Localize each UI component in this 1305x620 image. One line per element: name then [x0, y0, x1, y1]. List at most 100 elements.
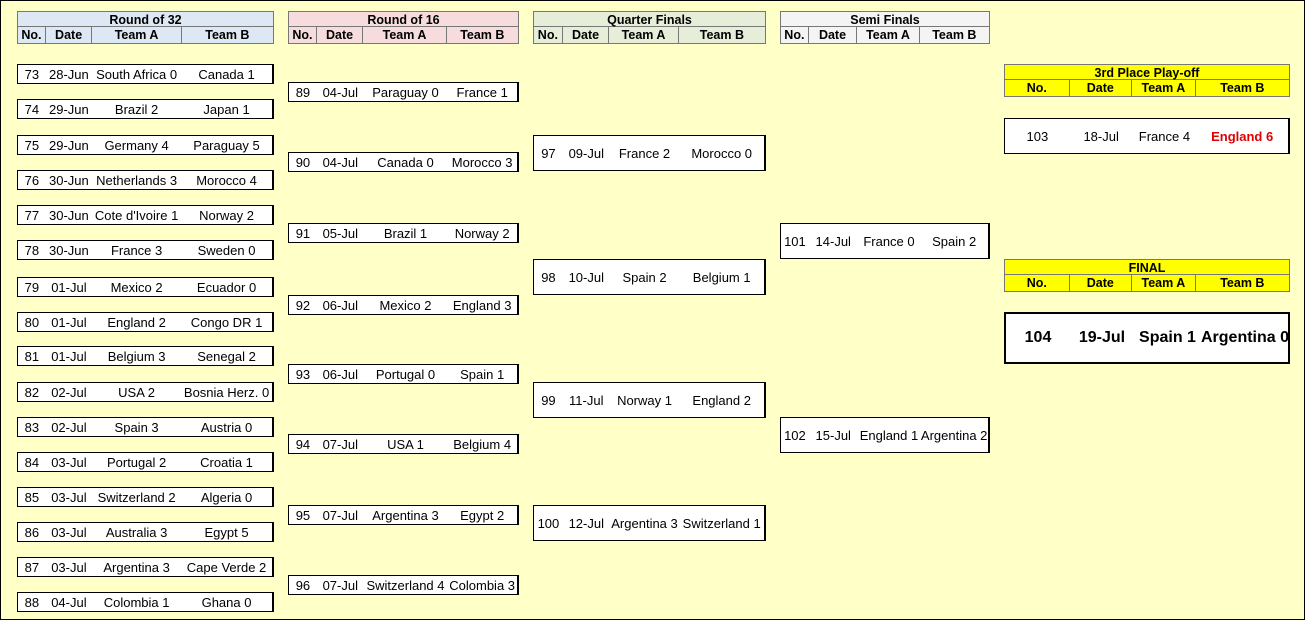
r16-title: Round of 16 — [288, 11, 519, 27]
match-date: 03-Jul — [51, 489, 87, 505]
match-date: 07-Jul — [322, 436, 358, 452]
match-no: 76 — [24, 172, 40, 188]
match-date: 04-Jul — [322, 84, 358, 100]
match-no: 84 — [24, 454, 40, 470]
match-80: 80 01-Jul England 2 Congo DR 1 — [17, 312, 274, 332]
match-date: 11-Jul — [569, 392, 604, 408]
team-a: South Africa 0 — [96, 66, 178, 82]
final-column-headers: No. Date Team A Team B — [1004, 275, 1290, 292]
team-a: France 2 — [618, 145, 671, 161]
team-b-winner: England 6 — [1211, 128, 1274, 144]
match-date: 29-Jun — [49, 101, 89, 117]
team-b: Spain 1 — [460, 366, 505, 382]
match-date: 06-Jul — [322, 297, 358, 313]
match-no: 92 — [295, 297, 311, 313]
third-place-title: 3rd Place Play-off — [1004, 64, 1290, 80]
team-a: Argentina 3 — [611, 515, 678, 531]
team-a: Argentina 3 — [372, 507, 439, 523]
match-87: 87 03-Jul Argentina 3 Cape Verde 2 — [17, 557, 274, 577]
match-74: 74 29-Jun Brazil 2 Japan 1 — [17, 99, 274, 119]
match-76: 76 30-Jun Netherlands 3 Morocco 4 — [17, 170, 274, 190]
match-no: 77 — [24, 207, 40, 223]
match-86: 86 03-Jul Australia 3 Egypt 5 — [17, 522, 274, 542]
match-no: 75 — [24, 137, 40, 153]
col-no: No. — [781, 27, 809, 43]
match-no: 90 — [295, 154, 311, 170]
team-a: France 0 — [863, 233, 915, 249]
match-date: 15-Jul — [815, 427, 851, 443]
match-95: 95 07-Jul Argentina 3 Egypt 2 — [288, 505, 519, 525]
team-a: Australia 3 — [105, 524, 168, 540]
team-b: Egypt 2 — [460, 507, 505, 523]
team-b: Canada 1 — [198, 66, 255, 82]
team-b: Colombia 3 — [449, 577, 516, 593]
team-b: Cape Verde 2 — [186, 559, 267, 575]
team-b: Egypt 5 — [204, 524, 249, 540]
match-78: 78 30-Jun France 3 Sweden 0 — [17, 240, 274, 260]
team-b: Bosnia Herz. 0 — [183, 384, 270, 400]
match-date: 01-Jul — [51, 279, 87, 295]
col-team-a: Team A — [1132, 80, 1196, 96]
team-a: Norway 1 — [617, 392, 672, 408]
r16-column-headers: No. Date Team A Team B — [288, 27, 519, 44]
match-97: 97 09-Jul France 2 Morocco 0 — [533, 135, 766, 171]
match-date: 02-Jul — [51, 384, 87, 400]
col-team-a: Team A — [1132, 275, 1196, 291]
match-no: 83 — [24, 419, 40, 435]
match-85: 85 03-Jul Switzerland 2 Algeria 0 — [17, 487, 274, 507]
sf-column-headers: No. Date Team A Team B — [780, 27, 990, 44]
match-73: 73 28-Jun South Africa 0 Canada 1 — [17, 64, 274, 84]
match-no: 101 — [784, 233, 806, 249]
match-82: 82 02-Jul USA 2 Bosnia Herz. 0 — [17, 382, 274, 402]
team-a: Portugal 2 — [106, 454, 167, 470]
qf-column-headers: No. Date Team A Team B — [533, 27, 766, 44]
match-no: 80 — [24, 314, 40, 330]
match-date: 14-Jul — [815, 233, 851, 249]
col-no: No. — [1005, 275, 1070, 291]
team-a: Paraguay 0 — [372, 84, 439, 100]
col-team-b: Team B — [1220, 81, 1265, 95]
team-b: England 2 — [692, 392, 751, 408]
match-date: 09-Jul — [568, 145, 604, 161]
team-a: France 4 — [1138, 128, 1191, 144]
team-a: Portugal 0 — [375, 366, 436, 382]
match-date: 29-Jun — [49, 137, 89, 153]
match-no: 102 — [784, 427, 806, 443]
match-date: 05-Jul — [322, 225, 358, 241]
team-a: Belgium 3 — [107, 348, 166, 364]
team-a: France 3 — [110, 242, 163, 258]
match-no: 82 — [24, 384, 40, 400]
team-a: Argentina 3 — [103, 559, 170, 575]
match-date: 18-Jul — [1083, 128, 1119, 144]
col-no: No. — [18, 27, 46, 43]
team-a: Spain 1 — [1139, 329, 1196, 346]
match-no: 103 — [1026, 128, 1049, 144]
team-b: Morocco 4 — [196, 172, 257, 188]
match-date: 04-Jul — [51, 594, 87, 610]
col-no: No. — [1005, 80, 1070, 96]
team-a: Spain 2 — [622, 269, 667, 285]
bracket-sheet: Round of 32 No. Date Team A Team B Round… — [0, 0, 1305, 620]
match-date: 02-Jul — [51, 419, 87, 435]
match-94: 94 07-Jul USA 1 Belgium 4 — [288, 434, 519, 454]
match-93: 93 06-Jul Portugal 0 Spain 1 — [288, 364, 519, 384]
match-date: 07-Jul — [322, 577, 358, 593]
team-b: Ghana 0 — [201, 594, 252, 610]
match-date: 06-Jul — [322, 366, 358, 382]
match-no: 87 — [24, 559, 40, 575]
team-b: Japan 1 — [203, 101, 250, 117]
match-90: 90 04-Jul Canada 0 Morocco 3 — [288, 152, 519, 172]
match-date: 30-Jun — [49, 172, 89, 188]
col-no: No. — [289, 27, 317, 43]
team-b: Morocco 0 — [691, 145, 753, 161]
team-b: Belgium 1 — [692, 269, 751, 285]
team-b: Congo DR 1 — [190, 314, 263, 330]
match-no: 89 — [295, 84, 311, 100]
match-no: 99 — [541, 392, 556, 408]
col-team-b: Team B — [932, 28, 977, 42]
match-date: 19-Jul — [1078, 329, 1126, 346]
team-b: Belgium 4 — [453, 436, 512, 452]
col-date: Date — [317, 27, 364, 43]
match-no: 73 — [24, 66, 40, 82]
team-b: Norway 2 — [199, 207, 254, 223]
